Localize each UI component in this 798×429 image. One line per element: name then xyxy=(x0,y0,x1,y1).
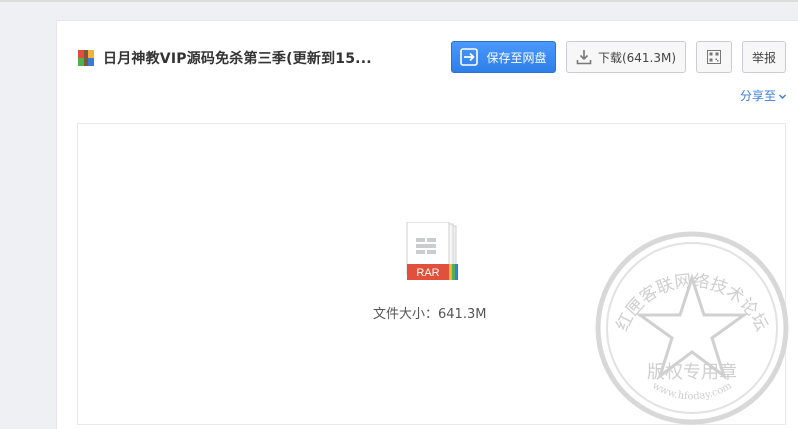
watermark-bottom-text: 版权专用章 xyxy=(647,362,737,383)
report-button[interactable]: 举报 xyxy=(742,41,786,73)
top-divider xyxy=(0,0,798,2)
share-label: 分享至 xyxy=(740,89,777,103)
download-button[interactable]: 下载(641.3M) xyxy=(566,41,686,73)
file-size-label: 文件大小：641.3M xyxy=(373,303,486,322)
watermark-seal: 红匣客联网络技术论坛 版权专用章 www.hfoday.com xyxy=(595,231,789,425)
rar-badge: RAR xyxy=(416,267,439,279)
rar-file-icon: RAR xyxy=(406,222,458,280)
save-to-netdisk-button[interactable]: 保存至网盘 xyxy=(451,41,556,73)
archive-file-icon xyxy=(78,50,94,66)
qrcode-icon xyxy=(707,50,721,64)
qrcode-button[interactable] xyxy=(696,41,732,73)
download-button-label: 下载(641.3M) xyxy=(597,50,677,65)
download-icon xyxy=(576,50,592,65)
save-button-label: 保存至网盘 xyxy=(486,50,547,65)
report-button-label: 举报 xyxy=(751,50,776,65)
file-title: 日月神教VIP源码免杀第三季(更新到15... xyxy=(103,51,372,67)
chevron-down-icon xyxy=(778,94,787,100)
file-size-value: 641.3M xyxy=(438,307,487,322)
save-arrow-icon xyxy=(460,48,479,66)
share-dropdown[interactable]: 分享至 xyxy=(740,87,787,104)
file-size-prefix: 文件大小： xyxy=(373,307,439,322)
